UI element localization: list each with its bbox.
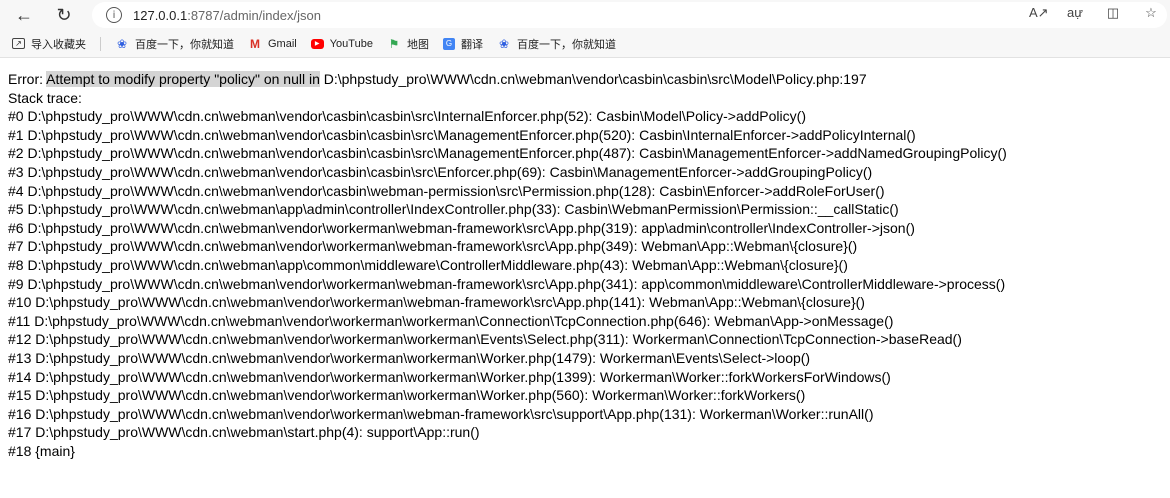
stack-frame: #2 D:\phpstudy_pro\WWW\cdn.cn\webman\ven… [8,145,1007,162]
reload-icon[interactable]: ↻ [50,1,78,29]
youtube-icon: ▶ [310,38,324,49]
stack-frame: #0 D:\phpstudy_pro\WWW\cdn.cn\webman\ven… [8,108,806,125]
read-aloud-icon[interactable]: A↗ [1029,5,1049,21]
stack-frame: #18 {main} [8,442,75,459]
stack-frame: #16 D:\phpstudy_pro\WWW\cdn.cn\webman\ve… [8,405,874,422]
favorites-icon[interactable]: ☆ [1143,5,1159,21]
stack-frame: #6 D:\phpstudy_pro\WWW\cdn.cn\webman\ven… [8,219,915,236]
stack-frame: #15 D:\phpstudy_pro\WWW\cdn.cn\webman\ve… [8,387,806,404]
error-message: Attempt to modify property "policy" on n… [46,71,320,87]
bookmark-youtube[interactable]: ▶ YouTube [310,37,373,50]
stack-frame: #3 D:\phpstudy_pro\WWW\cdn.cn\webman\ven… [8,163,873,180]
url-path: :8787/admin/index/json [187,7,321,23]
stack-frame: #4 D:\phpstudy_pro\WWW\cdn.cn\webman\ven… [8,182,885,199]
bookmark-label: 地图 [406,38,429,51]
bookmark-baidu-2[interactable]: ❀ 百度一下，你就知道 [497,36,616,52]
translate-icon[interactable]: aự [1067,5,1083,21]
address-bar[interactable]: i 127.0.0.1:8787/admin/index/json A↗ aự … [92,2,1167,28]
stack-frame: #9 D:\phpstudy_pro\WWW\cdn.cn\webman\ven… [8,275,1006,292]
baidu-paw-icon: ❀ [116,36,128,51]
error-prefix: Error: [8,71,47,87]
stack-frame: #7 D:\phpstudy_pro\WWW\cdn.cn\webman\ven… [8,238,858,255]
stack-frame: #12 D:\phpstudy_pro\WWW\cdn.cn\webman\ve… [8,331,962,348]
bookmark-label: 百度一下，你就知道 [135,38,234,51]
error-output: Error: Attempt to modify property "polic… [0,58,1170,460]
stack-frame: #17 D:\phpstudy_pro\WWW\cdn.cn\webman\st… [8,424,480,441]
bookmarks-bar: ↗ 导入收藏夹 ❀ 百度一下，你就知道 M Gmail ▶ YouTube ⚑ … [0,30,1170,58]
back-arrow-icon[interactable]: ← [10,1,38,29]
bookmark-gmail[interactable]: M Gmail [248,37,297,51]
bookmark-import[interactable]: ↗ 导入收藏夹 [12,36,86,52]
stack-frame: #5 D:\phpstudy_pro\WWW\cdn.cn\webman\app… [8,201,899,218]
stack-frame: #13 D:\phpstudy_pro\WWW\cdn.cn\webman\ve… [8,349,811,366]
split-screen-icon[interactable]: ◫ [1105,5,1121,21]
url-text[interactable]: 127.0.0.1:8787/admin/index/json [133,8,321,23]
stack-trace-label: Stack trace: [8,89,82,106]
bookmark-label: Gmail [268,37,297,50]
stack-frame: #1 D:\phpstudy_pro\WWW\cdn.cn\webman\ven… [8,126,916,143]
maps-pin-icon: ⚑ [388,36,400,51]
translate-app-icon: G [442,37,455,50]
stack-frame: #11 D:\phpstudy_pro\WWW\cdn.cn\webman\ve… [8,312,894,329]
bookmark-label: 百度一下，你就知道 [516,38,616,51]
bookmark-translate[interactable]: G 翻译 [442,36,483,52]
error-location: D:\phpstudy_pro\WWW\cdn.cn\webman\vendor… [319,71,867,87]
browser-toolbar: ← ↻ i 127.0.0.1:8787/admin/index/json A↗… [0,0,1170,30]
import-folder-icon: ↗ [12,38,25,49]
bookmark-divider [100,36,101,51]
url-host: 127.0.0.1 [133,7,188,23]
bookmark-label: YouTube [329,37,373,50]
error-line: Error: Attempt to modify property "polic… [8,70,1170,89]
bookmark-maps[interactable]: ⚑ 地图 [387,36,429,52]
info-icon[interactable]: i [106,7,122,23]
bookmark-label: 翻译 [460,38,483,51]
stack-frame: #10 D:\phpstudy_pro\WWW\cdn.cn\webman\ve… [8,294,865,311]
bookmark-baidu[interactable]: ❀ 百度一下，你就知道 [115,36,234,52]
bookmark-label: 导入收藏夹 [31,38,86,51]
baidu-paw-icon: ❀ [498,36,509,51]
address-actions: A↗ aự ◫ ☆ [1029,5,1159,21]
stack-frame: #14 D:\phpstudy_pro\WWW\cdn.cn\webman\ve… [8,368,891,385]
gmail-icon: M [250,36,260,51]
stack-frame: #8 D:\phpstudy_pro\WWW\cdn.cn\webman\app… [8,256,848,273]
